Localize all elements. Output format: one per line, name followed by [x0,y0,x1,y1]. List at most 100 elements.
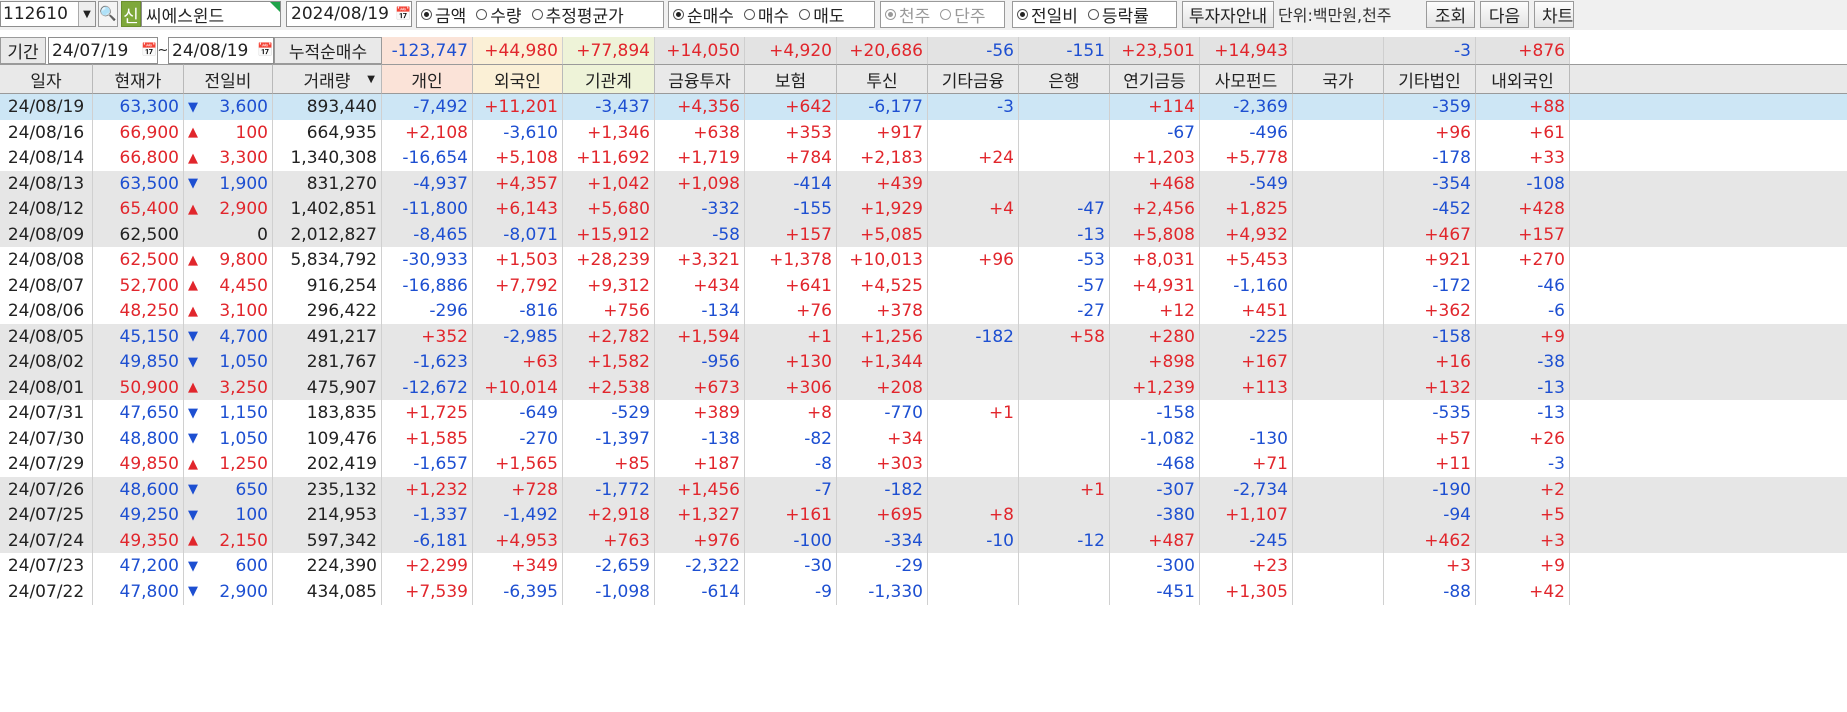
cell-individual: -16,654 [382,145,473,171]
investor-info-button[interactable]: 투자자안내 [1182,1,1274,28]
col-header-individual[interactable]: 개인 [382,64,473,94]
table-row[interactable]: 24/08/06 48,250 3,100 ▲ 296,422 -296 -816 +756-… [0,298,1847,324]
next-button[interactable]: 다음 [1480,1,1529,28]
calendar-icon[interactable]: 📅 [141,43,157,58]
cell-foreign: +10,014 [473,374,563,401]
cell-private-fund: +23 [1200,553,1293,579]
table-row[interactable]: 24/08/01 50,900 3,250 ▲ 475,907 -12,672 +10,01… [0,374,1847,401]
cumulative-value-trust: +20,686 [837,37,928,64]
cell-insurance: -30 [745,553,837,579]
search-button[interactable]: 🔍 [98,1,118,27]
cell-nation [1293,323,1384,350]
up-arrow-icon: ▲ [188,252,198,268]
cell-fin-invest: +389 [655,400,745,426]
radio-buy[interactable]: 매수 [743,2,789,27]
cell-private-fund: -245 [1200,527,1293,554]
cell-foreign: +1,565 [473,451,563,477]
to-date-input[interactable]: 24/08/19 📅 [168,37,274,64]
chevron-down-icon[interactable]: ▼ [78,2,95,26]
col-header-pension[interactable]: 연기금등 [1110,64,1200,94]
cell-individual: +2,299 [382,553,473,579]
cell-other-corp: -354 [1384,170,1476,197]
table-row[interactable]: 24/08/07 52,700 4,450 ▲ 916,254 -16,886 +7,792… [0,272,1847,299]
radio-prev-day[interactable]: 전일비 [1017,2,1078,27]
stock-code-input[interactable]: 112610 ▼ [0,1,96,27]
cell-other-corp: -94 [1384,502,1476,528]
radio-est-avg[interactable]: 추정평균가 [531,2,624,27]
col-header-trust[interactable]: 투신 [837,64,928,94]
chart-button[interactable]: 차트 [1534,1,1574,28]
cell-volume: 491,217 [273,323,382,350]
col-header-domestic-foreign[interactable]: 내외국인 [1476,64,1570,94]
radio-icon [940,9,952,20]
cell-bank [1019,145,1110,171]
calendar-icon[interactable]: 📅 [395,7,411,22]
cell-nation [1293,221,1384,248]
radio-change-rate[interactable]: 등락률 [1087,2,1149,27]
table-row[interactable]: 24/07/25 49,250 100 ▼ 214,953 -1,337 -1,492 +2,… [0,502,1847,528]
cell-trust: -334 [837,527,928,554]
table-row[interactable]: 24/08/08 62,500 9,800 ▲ 5,834,792 -30,933 +1,5… [0,247,1847,273]
table-row[interactable]: 24/08/09 62,500 0 2,012,827 -8,465 -8,071 +15,… [0,221,1847,248]
cell-other-finance [928,349,1019,375]
radio-sell[interactable]: 매도 [799,2,844,27]
table-row[interactable]: 24/07/24 49,350 2,150 ▲ 597,342 -6,181 +4,953 +… [0,527,1847,554]
col-header-other-finance[interactable]: 기타금융 [928,64,1019,94]
cell-other-corp: +467 [1384,221,1476,248]
cell-insurance: -100 [745,527,837,554]
radio-quantity[interactable]: 수량 [476,2,522,27]
col-header-private-fund[interactable]: 사모펀드 [1200,64,1293,94]
cell-institution: +15,912 [563,221,655,248]
col-header-date[interactable]: 일자 [0,64,93,94]
table-row[interactable]: 24/08/05 45,150 4,700 ▼ 491,217 +352 -2,985 +2,… [0,323,1847,350]
col-header-other-corp[interactable]: 기타법인 [1384,64,1476,94]
cell-price: 48,600 [93,476,184,503]
cell-other-corp: +3 [1384,553,1476,579]
col-header-fin-invest[interactable]: 금융투자 [655,64,745,94]
cell-insurance: +641 [745,272,837,299]
cell-date: 24/08/14 [0,145,93,171]
table-row[interactable]: 24/08/02 49,850 1,050 ▼ 281,767 -1,623 +63 +1,5… [0,349,1847,375]
col-header-nation[interactable]: 국가 [1293,64,1384,94]
table-row[interactable]: 24/08/14 66,800 3,300 ▲ 1,340,308 -16,654 +5,1… [0,145,1847,171]
query-button[interactable]: 조회 [1426,1,1475,28]
unit-label: 단위:백만원,천주 [1278,6,1392,25]
cell-nation [1293,298,1384,324]
cell-other-corp: +57 [1384,425,1476,452]
col-header-insurance[interactable]: 보험 [745,64,837,94]
table-row[interactable]: 24/07/31 47,650 1,150 ▼ 183,835 +1,725 -649 -52… [0,400,1847,426]
table-row[interactable]: 24/08/12 65,400 2,900 ▲ 1,402,851 -11,800 +6,1… [0,196,1847,222]
col-header-change[interactable]: 전일비 [184,64,273,94]
calendar-icon[interactable]: 📅 [257,43,273,58]
cell-filler [1570,298,1847,324]
radio-single-shares[interactable]: 단주 [940,2,986,27]
table-row[interactable]: 24/08/13 63,500 1,900 ▼ 831,270 -4,937 +4,357 +… [0,170,1847,197]
table-row[interactable]: 24/07/23 47,200 600 ▼ 224,390 +2,299 +349 -2,65… [0,553,1847,579]
col-header-bank[interactable]: 은행 [1019,64,1110,94]
radio-thousand-shares[interactable]: 천주 [885,2,930,27]
from-date-input[interactable]: 24/07/19 📅 [48,37,158,64]
cell-trust: +439 [837,170,928,197]
date-input[interactable]: 2024/08/19 📅 [286,1,412,27]
radio-icon [1017,9,1028,20]
sort-dropdown-icon[interactable]: ▼ [367,74,375,85]
cell-trust: -29 [837,553,928,579]
cell-nation [1293,94,1384,120]
col-header-price[interactable]: 현재가 [93,64,184,94]
col-header-foreign[interactable]: 외국인 [473,64,563,94]
table-row[interactable]: 24/07/29 49,850 1,250 ▲ 202,419 -1,657 +1,565 +… [0,451,1847,477]
radio-net-buy[interactable]: 순매수 [673,2,734,27]
cell-institution: +1,346 [563,119,655,146]
cell-other-corp: +362 [1384,298,1476,324]
table-row[interactable]: 24/07/22 47,800 2,900 ▼ 434,085 +7,539 -6,395-… [0,578,1847,605]
down-arrow-icon: ▼ [188,482,198,497]
col-header-institution[interactable]: 기관계 [563,64,655,94]
col-header-volume[interactable]: 거래량 ▼ [273,64,382,94]
radio-amount[interactable]: 금액 [421,2,466,27]
table-row[interactable]: 24/08/19 63,300 3,600 ▼ 893,440 -7,492 +11,201… [0,94,1847,120]
table-row[interactable]: 24/07/26 48,600 650 ▼ 235,132 +1,232 +728 -1,77… [0,476,1847,503]
cell-bank [1019,451,1110,477]
table-row[interactable]: 24/07/30 48,800 1,050 ▼ 109,476 +1,585 -270 -1,… [0,425,1847,452]
cell-other-finance [928,425,1019,452]
table-row[interactable]: 24/08/16 66,900 100 ▲ 664,935 +2,108 -3,610 +1,… [0,119,1847,146]
